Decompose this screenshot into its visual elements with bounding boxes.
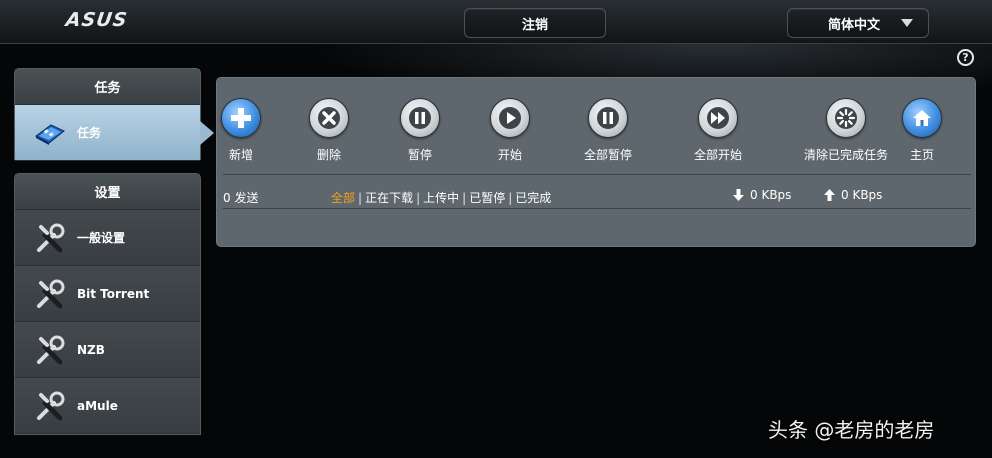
asus-logo: ASUS	[64, 9, 130, 31]
sidebar-item-label: Bit Torrent	[77, 286, 150, 301]
pause-all-label: 全部暂停	[584, 148, 633, 162]
sidebar-item-general[interactable]: 一般设置	[15, 210, 200, 266]
delete-task-button[interactable]: 删除	[309, 98, 349, 163]
app-window: ASUS 注销 简体中文 ? 任务 任务 设置 一般设置 Bit Torrent…	[0, 0, 992, 458]
fast-forward-icon	[698, 98, 738, 138]
top-bar: ASUS 注销 简体中文	[0, 0, 992, 44]
upload-speed-value: 0 KBps	[841, 188, 883, 202]
task-filter-bar: 全部 | 正在下载 | 上传中 | 已暂停 | 已完成	[331, 189, 551, 206]
task-panel: 新增 删除 暂停 开始 全部暂停 全部开始 清除已完成任务 主页 0 发送 全部…	[216, 77, 976, 247]
sidebar-item-bittorrent[interactable]: Bit Torrent	[15, 266, 200, 322]
download-speed: 0 KBps	[733, 188, 791, 202]
pause-all-icon	[588, 98, 628, 138]
sidebar-item-label: 一般设置	[77, 231, 126, 245]
help-icon[interactable]: ?	[957, 49, 974, 66]
filter-uploading[interactable]: 上传中	[423, 191, 459, 205]
sidebar-item-tasks[interactable]: 任务	[15, 105, 214, 161]
sidebar-item-label: aMule	[77, 398, 118, 413]
tools-icon	[37, 279, 65, 308]
sidebar-settings-section: 设置 一般设置 Bit Torrent NZB aMule	[14, 173, 201, 435]
home-label: 主页	[909, 148, 934, 162]
active-indicator	[200, 121, 214, 145]
task-icon	[35, 123, 65, 145]
sent-count: 0 发送	[223, 191, 259, 205]
arrow-up-icon	[824, 189, 835, 201]
divider	[223, 208, 971, 209]
chevron-down-icon	[901, 19, 913, 27]
home-button[interactable]: 主页	[902, 98, 942, 163]
logout-button[interactable]: 注销	[464, 8, 606, 38]
tools-icon	[37, 335, 65, 364]
add-task-label: 新增	[228, 148, 253, 162]
pause-task-label: 暂停	[407, 148, 432, 162]
watermark: 头条 @老房的老房	[768, 418, 935, 442]
add-task-button[interactable]: 新增	[221, 98, 261, 163]
filter-separator: |	[358, 191, 363, 205]
sidebar-item-label: 任务	[77, 126, 102, 140]
pause-icon	[400, 98, 440, 138]
sidebar-item-amule[interactable]: aMule	[15, 378, 200, 434]
arrow-down-icon	[733, 189, 744, 201]
sidebar-task-section: 任务 任务	[14, 68, 214, 161]
spinner-icon	[826, 98, 866, 138]
filter-separator: |	[462, 191, 467, 205]
start-task-button[interactable]: 开始	[490, 98, 530, 163]
sidebar-item-label: NZB	[77, 342, 105, 357]
pause-all-button[interactable]: 全部暂停	[584, 98, 632, 163]
pause-task-button[interactable]: 暂停	[400, 98, 440, 163]
filter-paused[interactable]: 已暂停	[469, 191, 505, 205]
filter-separator: |	[416, 191, 421, 205]
clear-completed-label: 清除已完成任务	[804, 148, 889, 162]
download-speed-value: 0 KBps	[750, 188, 792, 202]
tools-icon	[37, 223, 65, 252]
sidebar-item-nzb[interactable]: NZB	[15, 322, 200, 378]
filter-downloading[interactable]: 正在下载	[365, 191, 413, 205]
language-select[interactable]: 简体中文	[787, 8, 929, 38]
upload-speed: 0 KBps	[824, 188, 882, 202]
sidebar-settings-title: 设置	[15, 174, 200, 210]
filter-separator: |	[508, 191, 513, 205]
language-label: 简体中文	[828, 17, 881, 33]
filter-completed[interactable]: 已完成	[515, 191, 551, 205]
start-all-label: 全部开始	[694, 148, 743, 162]
tools-icon	[37, 391, 65, 420]
filter-all[interactable]: 全部	[331, 191, 355, 205]
start-all-button[interactable]: 全部开始	[694, 98, 742, 163]
sidebar-task-title: 任务	[15, 69, 200, 105]
plus-icon	[221, 98, 261, 138]
play-icon	[490, 98, 530, 138]
home-icon	[902, 98, 942, 138]
start-task-label: 开始	[497, 148, 522, 162]
divider	[223, 174, 971, 175]
clear-completed-button[interactable]: 清除已完成任务	[804, 98, 888, 163]
delete-icon	[309, 98, 349, 138]
delete-task-label: 删除	[316, 148, 341, 162]
